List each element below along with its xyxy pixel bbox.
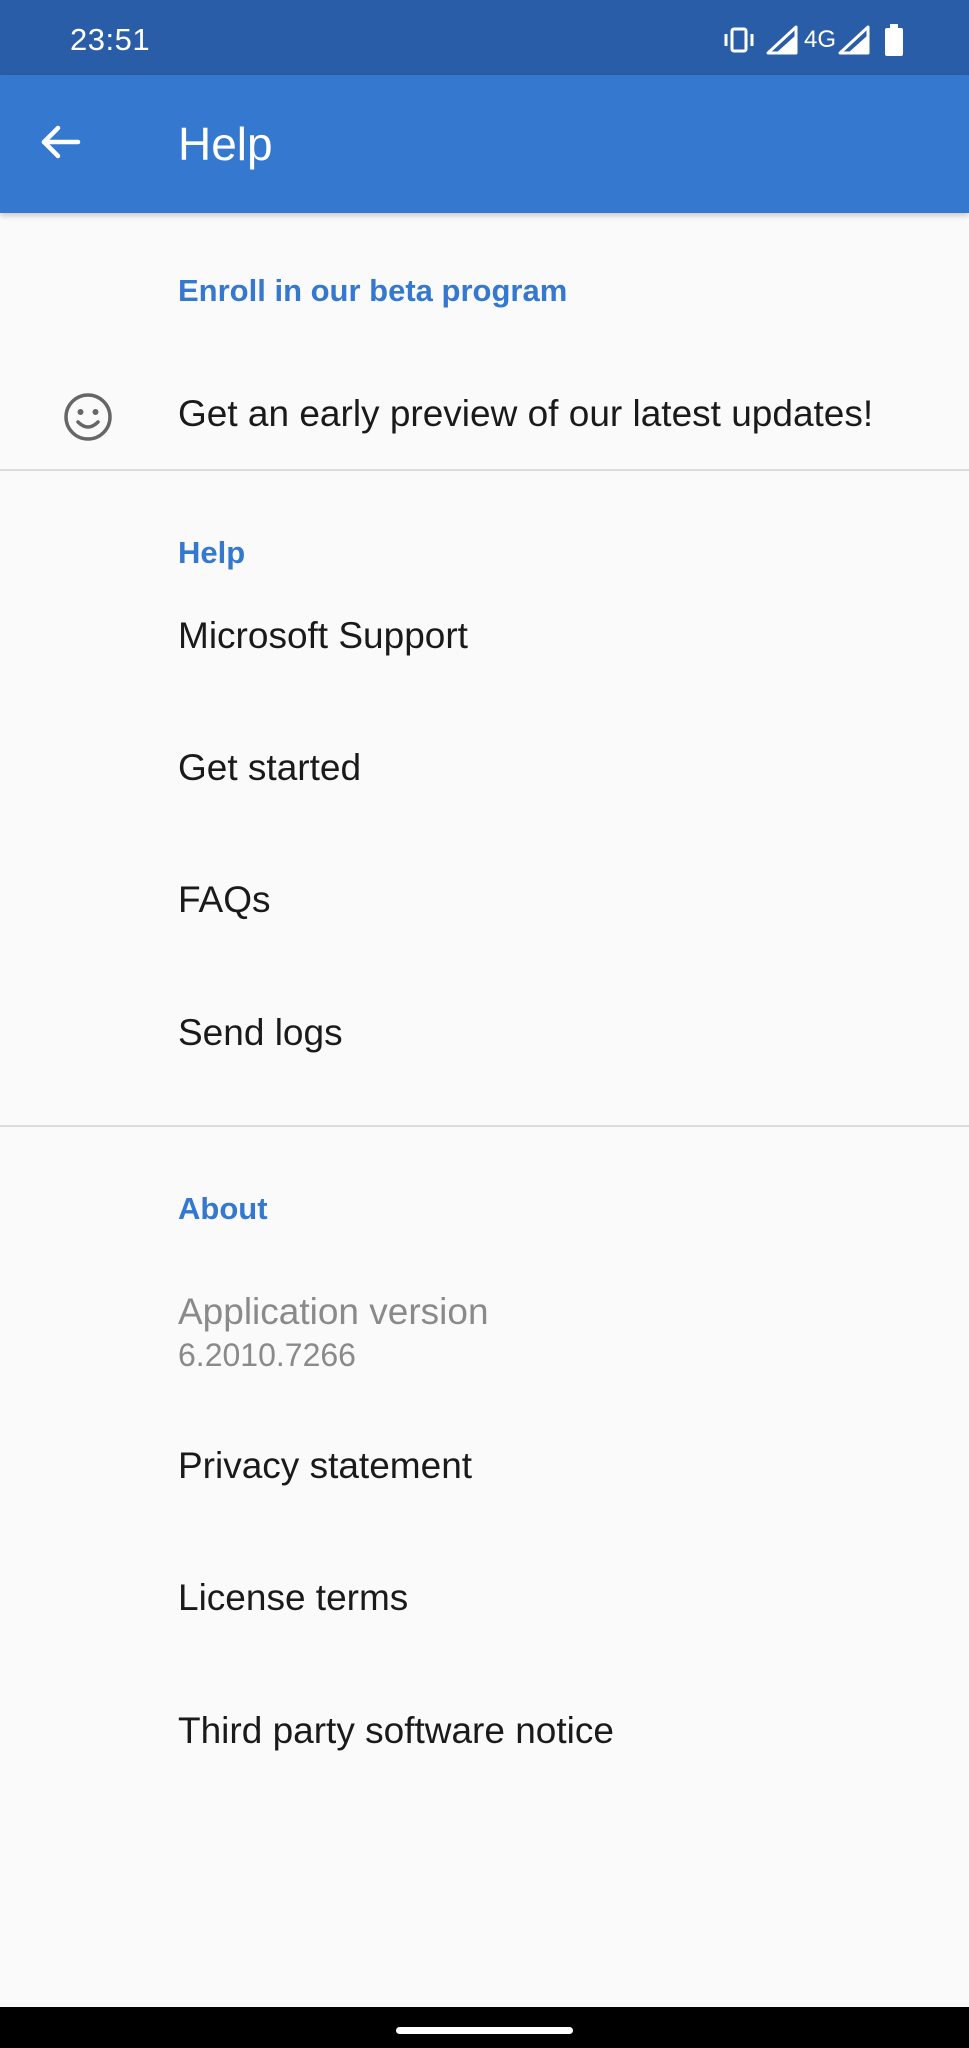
beta-enroll-item[interactable]: Get an early preview of our latest updat… xyxy=(0,353,969,473)
page-title: Help xyxy=(178,118,273,170)
item-label: License terms xyxy=(178,1577,409,1618)
item-label: FAQs xyxy=(178,879,271,920)
list-item-faqs[interactable]: FAQs xyxy=(0,845,969,977)
section-header-about: About xyxy=(178,1191,268,1226)
list-item-microsoft-support[interactable]: Microsoft Support xyxy=(0,585,969,715)
beta-enroll-label: Get an early preview of our latest updat… xyxy=(178,393,874,434)
divider xyxy=(0,469,969,471)
version-value: 6.2010.7266 xyxy=(178,1337,356,1373)
item-label: Privacy statement xyxy=(178,1445,473,1486)
list-item-get-started[interactable]: Get started xyxy=(0,715,969,845)
vibrate-icon xyxy=(722,25,756,55)
network-type-label: 4G xyxy=(803,26,836,53)
smiley-icon xyxy=(62,391,114,443)
status-bar: 23:51 4G xyxy=(0,0,969,75)
item-label: Get started xyxy=(178,747,362,788)
item-label: Third party software notice xyxy=(178,1710,614,1751)
status-icons: 4G xyxy=(722,20,904,60)
home-gesture-handle[interactable] xyxy=(396,2027,573,2034)
item-label: Send logs xyxy=(178,1012,343,1053)
app-bar: Help xyxy=(0,75,969,213)
arrow-back-icon xyxy=(38,120,82,169)
divider xyxy=(0,1125,969,1127)
version-label: Application version xyxy=(178,1291,489,1332)
list-item-send-logs[interactable]: Send logs xyxy=(0,977,969,1109)
signal-icon xyxy=(838,25,870,55)
application-version-item: Application version 6.2010.7266 xyxy=(0,1253,969,1393)
signal-icon xyxy=(766,25,798,55)
back-button[interactable] xyxy=(20,104,100,184)
list-item-privacy-statement[interactable]: Privacy statement xyxy=(0,1417,969,1547)
battery-icon xyxy=(884,24,904,56)
section-header-help: Help xyxy=(178,535,246,570)
list-item-third-party-notice[interactable]: Third party software notice xyxy=(0,1679,969,1811)
status-time: 23:51 xyxy=(70,22,151,57)
list-item-license-terms[interactable]: License terms xyxy=(0,1547,969,1679)
item-label: Microsoft Support xyxy=(178,615,468,656)
section-header-beta: Enroll in our beta program xyxy=(178,273,568,308)
system-nav-bar xyxy=(0,2007,969,2048)
